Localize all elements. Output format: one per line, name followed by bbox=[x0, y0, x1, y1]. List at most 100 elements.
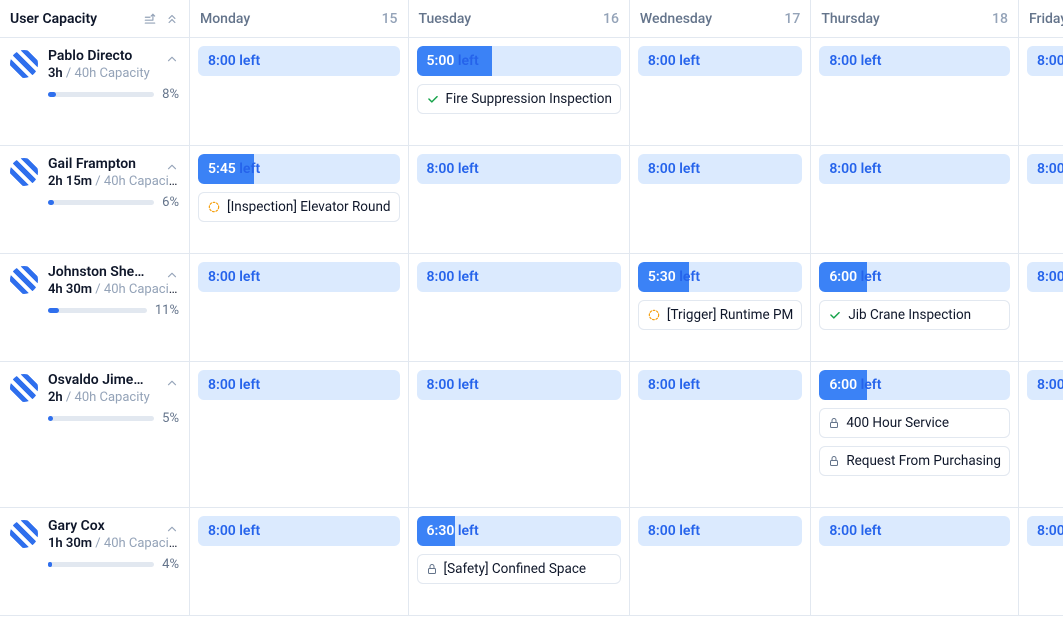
day-number: 18 bbox=[992, 11, 1008, 27]
day-header[interactable]: Thursday18 bbox=[811, 0, 1019, 38]
capacity-left-label: left bbox=[676, 53, 700, 69]
task-pill[interactable]: [Safety] Confined Space bbox=[417, 554, 621, 584]
capacity-pill[interactable]: 6:30 left bbox=[417, 516, 621, 546]
capacity-pill[interactable]: 8:00 left bbox=[417, 154, 621, 184]
collapse-all-icon[interactable] bbox=[165, 12, 179, 26]
user-row-header[interactable]: Gail Frampton2h 15m / 40h Capacity6% bbox=[0, 146, 190, 254]
capacity-pill[interactable]: 8:00 left bbox=[638, 370, 802, 400]
capacity-pill[interactable]: 8:00 left bbox=[198, 370, 400, 400]
day-cell[interactable]: 8:00 left bbox=[630, 38, 811, 146]
capacity-bar bbox=[48, 200, 154, 205]
capacity-percent: 4% bbox=[162, 557, 179, 572]
day-cell[interactable]: 8:00 left bbox=[811, 508, 1019, 616]
day-cell[interactable]: 8:00 left bbox=[1019, 146, 1063, 254]
day-number: 15 bbox=[382, 11, 398, 27]
capacity-pill[interactable]: 8:00 left bbox=[1027, 516, 1063, 546]
user-row-header[interactable]: Gary Cox1h 30m / 40h Capacity4% bbox=[0, 508, 190, 616]
day-cell[interactable]: 8:00 left bbox=[1019, 254, 1063, 362]
day-header[interactable]: Friday19 bbox=[1019, 0, 1063, 38]
capacity-pill[interactable]: 5:45 left bbox=[198, 154, 400, 184]
day-cell[interactable]: 8:00 left bbox=[811, 146, 1019, 254]
task-label: [Trigger] Runtime PM bbox=[667, 307, 793, 323]
user-row-header[interactable]: Osvaldo Jimenez2h / 40h Capacity5% bbox=[0, 362, 190, 508]
task-pill[interactable]: [Trigger] Runtime PM bbox=[638, 300, 802, 330]
day-header[interactable]: Wednesday17 bbox=[630, 0, 811, 38]
task-pill[interactable]: Fire Suppression Inspection bbox=[417, 84, 621, 114]
chevron-up-icon[interactable] bbox=[165, 522, 179, 536]
chevron-up-icon[interactable] bbox=[165, 268, 179, 282]
capacity-time: 8:00 bbox=[1037, 377, 1063, 393]
capacity-left-label: left bbox=[454, 377, 478, 393]
capacity-pill[interactable]: 8:00 left bbox=[1027, 154, 1063, 184]
user-row-header[interactable]: Pablo Directo3h / 40h Capacity8% bbox=[0, 38, 190, 146]
chevron-up-icon[interactable] bbox=[165, 52, 179, 66]
chevron-up-icon[interactable] bbox=[165, 160, 179, 174]
capacity-pill[interactable]: 5:30 left bbox=[638, 262, 802, 292]
day-cell[interactable]: 5:30 left [Trigger] Runtime PM bbox=[630, 254, 811, 362]
day-cell[interactable]: 8:00 left bbox=[630, 508, 811, 616]
day-cell[interactable]: 6:30 left [Safety] Confined Space bbox=[409, 508, 630, 616]
capacity-pill[interactable]: 6:00 left bbox=[819, 370, 1010, 400]
capacity-time: 8:00 bbox=[829, 53, 857, 69]
task-pill[interactable]: [Inspection] Elevator Round bbox=[198, 192, 400, 222]
task-label: Jib Crane Inspection bbox=[848, 307, 971, 323]
capacity-column-header[interactable]: User Capacity bbox=[0, 0, 190, 38]
task-pill[interactable]: Jib Crane Inspection bbox=[819, 300, 1010, 330]
capacity-pill[interactable]: 8:00 left bbox=[638, 46, 802, 76]
day-cell[interactable]: 8:00 left bbox=[811, 38, 1019, 146]
capacity-left-label: left bbox=[857, 377, 881, 393]
day-cell[interactable]: 8:00 left bbox=[630, 146, 811, 254]
capacity-pill[interactable]: 8:00 left bbox=[819, 46, 1010, 76]
day-cell[interactable]: 8:00 left bbox=[190, 362, 409, 508]
capacity-pill[interactable]: 8:00 left bbox=[198, 46, 400, 76]
avatar bbox=[10, 520, 38, 548]
capacity-pill[interactable]: 8:00 left bbox=[198, 262, 400, 292]
chevron-up-icon[interactable] bbox=[165, 376, 179, 390]
day-cell[interactable]: 8:00 left bbox=[190, 38, 409, 146]
day-cell[interactable]: 5:45 left [Inspection] Elevator Round bbox=[190, 146, 409, 254]
task-pill[interactable]: Request From Purchasing bbox=[819, 446, 1010, 476]
day-cell[interactable]: 6:00 left Jib Crane Inspection bbox=[811, 254, 1019, 362]
user-hours: 4h 30m bbox=[48, 282, 92, 297]
capacity-percent: 6% bbox=[162, 195, 179, 210]
day-cell[interactable]: 8:00 left bbox=[1019, 362, 1063, 508]
capacity-pill[interactable]: 8:00 left bbox=[417, 262, 621, 292]
capacity-pill[interactable]: 8:00 left bbox=[819, 516, 1010, 546]
day-cell[interactable]: 8:00 left bbox=[409, 146, 630, 254]
day-cell[interactable]: 6:00 left 400 Hour Service Request From Pu… bbox=[811, 362, 1019, 508]
user-name: Osvaldo Jimenez bbox=[48, 372, 148, 388]
day-header[interactable]: Tuesday16 bbox=[409, 0, 630, 38]
day-header[interactable]: Monday 15 bbox=[190, 0, 409, 38]
day-cell[interactable]: 8:00 left bbox=[1019, 38, 1063, 146]
capacity-pill[interactable]: 8:00 left bbox=[1027, 370, 1063, 400]
day-cell[interactable]: 8:00 left bbox=[409, 254, 630, 362]
capacity-pill[interactable]: 8:00 left bbox=[638, 154, 802, 184]
user-capacity: 40h Capacity bbox=[104, 282, 179, 297]
capacity-time: 8:00 bbox=[427, 377, 455, 393]
capacity-time: 8:00 bbox=[1037, 161, 1063, 177]
day-name: Tuesday bbox=[419, 11, 472, 27]
task-pill[interactable]: 400 Hour Service bbox=[819, 408, 1010, 438]
user-row-header[interactable]: Johnston Shepherd4h 30m / 40h Capacity11… bbox=[0, 254, 190, 362]
capacity-pill[interactable]: 8:00 left bbox=[1027, 262, 1063, 292]
day-cell[interactable]: 8:00 left bbox=[1019, 508, 1063, 616]
day-name: Monday bbox=[200, 11, 250, 27]
day-cell[interactable]: 8:00 left bbox=[190, 254, 409, 362]
day-cell[interactable]: 8:00 left bbox=[409, 362, 630, 508]
capacity-pill[interactable]: 5:00 left bbox=[417, 46, 621, 76]
capacity-pill[interactable]: 6:00 left bbox=[819, 262, 1010, 292]
capacity-pill[interactable]: 8:00 left bbox=[198, 516, 400, 546]
capacity-pill[interactable]: 8:00 left bbox=[638, 516, 802, 546]
day-cell[interactable]: 8:00 left bbox=[190, 508, 409, 616]
capacity-time: 6:30 bbox=[427, 523, 455, 539]
capacity-pill[interactable]: 8:00 left bbox=[1027, 46, 1063, 76]
user-capacity: 40h Capacity bbox=[75, 390, 150, 405]
day-cell[interactable]: 5:00 left Fire Suppression Inspection bbox=[409, 38, 630, 146]
capacity-pill[interactable]: 8:00 left bbox=[819, 154, 1010, 184]
user-name: Gary Cox bbox=[48, 518, 105, 534]
day-cell[interactable]: 8:00 left bbox=[630, 362, 811, 508]
capacity-pill[interactable]: 8:00 left bbox=[417, 370, 621, 400]
sort-icon[interactable] bbox=[143, 12, 157, 26]
capacity-percent: 5% bbox=[162, 411, 179, 426]
capacity-time: 8:00 bbox=[208, 523, 236, 539]
